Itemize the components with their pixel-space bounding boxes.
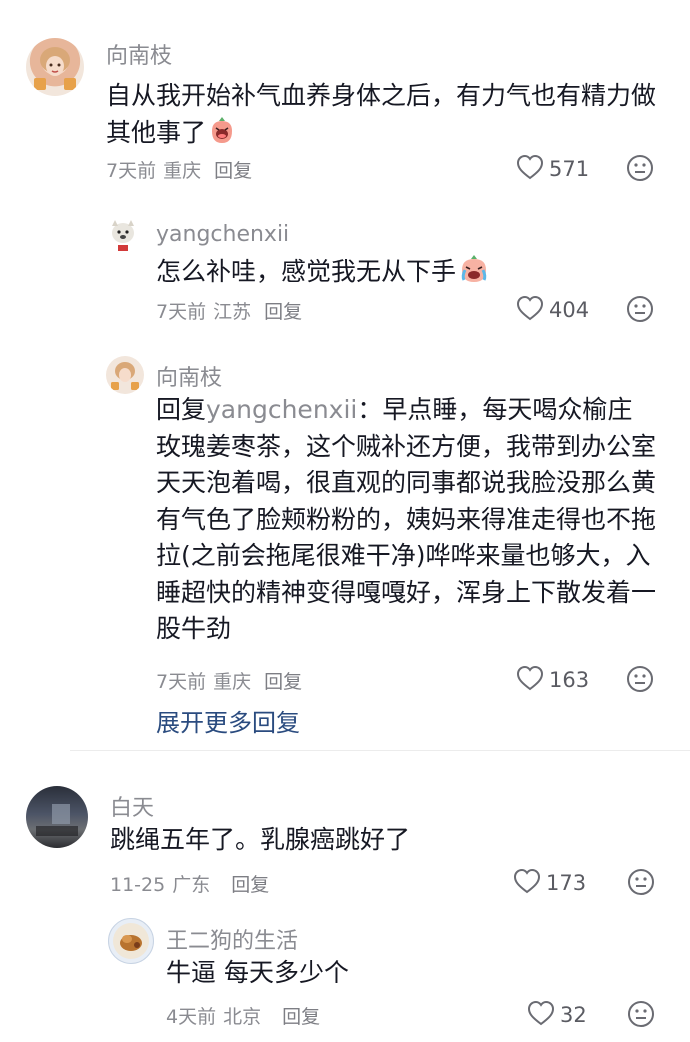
comment-location: 重庆 <box>213 671 252 693</box>
reply-button[interactable]: 回复 <box>231 874 269 896</box>
neutral-face-icon[interactable] <box>627 868 655 896</box>
avatar[interactable] <box>108 918 154 964</box>
neutral-face-icon[interactable] <box>627 1000 655 1028</box>
comment-text: 自从我开始补气血养身体之后，有力气也有精力做其他事了 <box>106 78 656 155</box>
heart-outline-icon <box>515 664 545 696</box>
comment-text: 回复yangchenxii：早点睡，每天喝众榆庄玫瑰姜枣茶，这个贼补还方便，我带… <box>156 395 657 643</box>
comment-location: 广东 <box>172 874 211 896</box>
laughing-face-emoji-icon <box>208 116 236 156</box>
comment-meta: 7天前 重庆 回复 <box>156 667 309 694</box>
comment-author[interactable]: 白天 <box>110 790 154 822</box>
comment-time: 7天前 <box>156 671 207 693</box>
heart-outline-icon <box>526 999 556 1031</box>
neutral-face-icon[interactable] <box>626 154 654 182</box>
heart-outline-icon <box>515 153 545 185</box>
mention-link[interactable]: yangchenxii <box>206 395 357 424</box>
divider <box>70 750 690 751</box>
avatar[interactable] <box>26 38 84 96</box>
comment-location: 北京 <box>223 1006 262 1028</box>
avatar[interactable] <box>106 218 140 252</box>
like-button[interactable]: 32 <box>526 999 587 1031</box>
comment-author[interactable]: 向南枝 <box>156 360 222 392</box>
comment-location: 重庆 <box>163 160 202 182</box>
avatar[interactable] <box>106 356 144 394</box>
comment-author[interactable]: yangchenxii <box>156 222 289 247</box>
comment-text: 跳绳五年了。乳腺癌跳好了 <box>110 825 411 854</box>
reply-button[interactable]: 回复 <box>264 671 302 693</box>
like-button[interactable]: 404 <box>515 294 589 326</box>
comment-meta: 7天前 重庆 回复 <box>106 156 259 183</box>
reply-button[interactable]: 回复 <box>282 1006 320 1028</box>
reply-button[interactable]: 回复 <box>214 160 252 182</box>
reply-button[interactable]: 回复 <box>264 301 302 323</box>
comment-meta: 11-25 广东 回复 <box>110 870 276 897</box>
comment-time: 7天前 <box>156 301 207 323</box>
heart-outline-icon <box>512 867 542 899</box>
comment-author[interactable]: 王二狗的生活 <box>166 923 298 955</box>
comment-meta: 7天前 江苏 回复 <box>156 297 309 324</box>
comment-text: 怎么补哇，感觉我无从下手 <box>156 254 656 295</box>
neutral-face-icon[interactable] <box>626 665 654 693</box>
crying-face-emoji-icon <box>458 254 490 295</box>
like-button[interactable]: 571 <box>515 153 589 185</box>
reply-prefix: 回复 <box>156 395 207 424</box>
comment-text: 牛逼 每天多少个 <box>166 958 349 987</box>
comment-meta: 4天前 北京 回复 <box>166 1002 327 1029</box>
expand-more-replies-link[interactable]: 展开更多回复 <box>156 703 300 738</box>
comment-time: 7天前 <box>106 160 157 182</box>
neutral-face-icon[interactable] <box>626 295 654 323</box>
like-count: 571 <box>549 157 590 181</box>
comment-time: 11-25 <box>110 874 166 896</box>
like-count: 404 <box>549 298 590 322</box>
like-count: 32 <box>560 1003 587 1027</box>
comment-location: 江苏 <box>213 301 252 323</box>
comment-author[interactable]: 向南枝 <box>106 38 172 70</box>
like-count: 163 <box>549 668 590 692</box>
like-button[interactable]: 163 <box>515 664 589 696</box>
comment-time: 4天前 <box>166 1006 217 1028</box>
heart-outline-icon <box>515 294 545 326</box>
like-button[interactable]: 173 <box>512 867 586 899</box>
like-count: 173 <box>546 871 587 895</box>
avatar[interactable] <box>26 786 88 848</box>
